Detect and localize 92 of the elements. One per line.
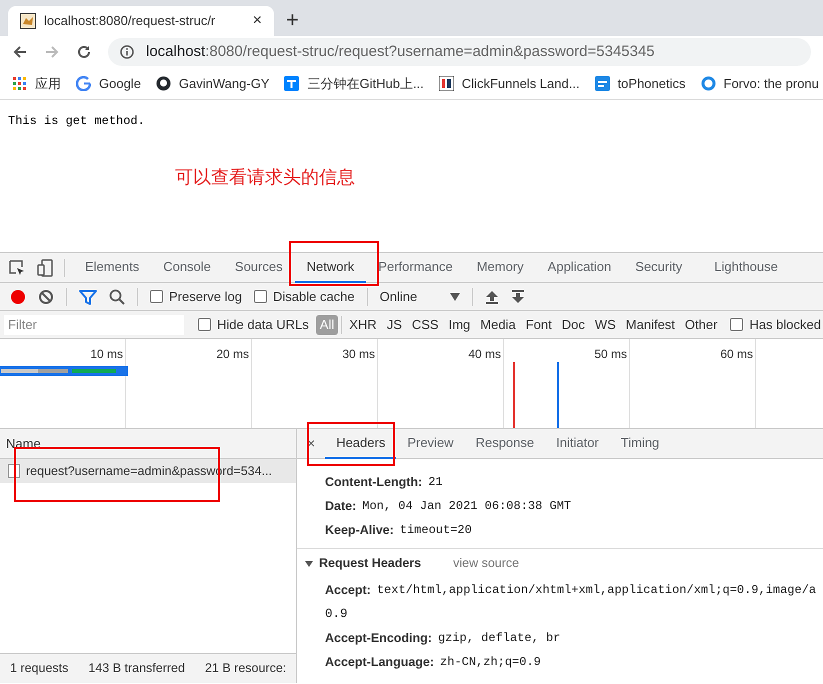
header-value: 0.9 (325, 606, 348, 623)
section-title: Request Headers (319, 555, 422, 572)
bookmark-favicon (438, 76, 454, 91)
type-filter[interactable]: Other (680, 314, 722, 334)
devtools-tab[interactable]: Memory (464, 252, 536, 282)
devtools-tab[interactable]: Performance (366, 252, 465, 282)
checkbox-label: Preserve log (169, 288, 242, 306)
info-icon (120, 45, 134, 59)
status-text: 143 B transferred (87, 660, 186, 678)
load-marker (513, 362, 515, 428)
time-tick: 10 ms (90, 346, 123, 361)
header-value: text/html,application/xhtml+xml,application/xml;q=0.9,image/a (376, 582, 816, 599)
checkbox-label: Disable cache (272, 288, 355, 306)
upload-icon (484, 290, 499, 304)
checkbox-label: Has blocked (749, 316, 821, 334)
bookmark-link[interactable]: Forvo: the pronu (724, 74, 819, 94)
bookmark-link[interactable]: 应用 (35, 74, 61, 94)
search-icon (109, 288, 125, 304)
type-filter[interactable]: Media (476, 314, 520, 334)
close-button[interactable]: × (252, 9, 262, 33)
header-value: timeout=20 (400, 522, 472, 539)
checkbox[interactable] (254, 290, 267, 303)
record-icon (10, 288, 26, 304)
header-name: Accept-Encoding: (325, 630, 432, 647)
devtools-tab[interactable]: Console (151, 252, 223, 282)
header-name: Date: (325, 498, 356, 515)
details-tab[interactable]: Timing (610, 428, 670, 458)
view-source-link[interactable]: view source (453, 554, 520, 573)
caret-icon (450, 292, 460, 300)
devtools-tab[interactable]: Application (536, 252, 624, 282)
header-name: Accept: (325, 582, 371, 599)
details-tab[interactable]: Headers (325, 428, 396, 458)
apps-grid-icon (12, 76, 27, 91)
header-value: gzip, deflate, br (438, 630, 560, 647)
inspect-icon (8, 258, 26, 276)
time-tick: 50 ms (594, 346, 627, 361)
type-filter[interactable]: Img (444, 314, 474, 334)
header-name: Keep-Alive: (325, 522, 394, 539)
type-filter[interactable]: Font (522, 314, 556, 334)
bookmark-favicon (594, 76, 610, 91)
filter-field[interactable]: Filter (4, 314, 184, 334)
address-bar[interactable]: localhost:8080/request-struc/request?username=admin&password=5345345 (108, 38, 811, 66)
time-tick: 40 ms (468, 346, 501, 361)
details-tab[interactable]: Initiator (545, 428, 610, 458)
devtools-tab[interactable]: Security (623, 252, 694, 282)
bookmark-link[interactable]: 三分钟在GitHub上... (307, 74, 424, 94)
details-tab[interactable]: Response (464, 428, 546, 458)
type-filter[interactable]: WS (590, 314, 620, 334)
reload-icon (76, 44, 92, 60)
url-text: localhost:8080/request-struc/request?username=admin&password=5345345 (146, 42, 655, 62)
header-value: 21 (428, 474, 443, 491)
device-icon (36, 258, 54, 276)
checkbox-label: Hide data URLs (217, 316, 309, 334)
header-value: Mon, 04 Jan 2021 06:08:38 GMT (362, 498, 572, 515)
type-filter[interactable]: XHR (345, 314, 381, 334)
dom-loaded-marker (557, 362, 559, 428)
time-tick: 30 ms (342, 346, 375, 361)
page-text: This is get method. (8, 113, 145, 130)
filter-icon (79, 288, 97, 304)
bookmark-link[interactable]: GavinWang-GY (178, 74, 270, 94)
new-tab-button[interactable]: + (286, 6, 299, 36)
devtools-tab[interactable]: Lighthouse (702, 252, 790, 282)
checkbox[interactable] (198, 318, 211, 331)
clear-icon (38, 288, 54, 304)
status-text: 1 requests (9, 660, 70, 678)
details-tab[interactable]: Preview (396, 428, 465, 458)
tab-title: localhost:8080/request-struc/r (44, 12, 216, 30)
devtools-tab[interactable]: Sources (222, 252, 295, 282)
devtools-tab[interactable]: Elements (73, 252, 152, 282)
header-value: zh-CN,zh;q=0.9 (440, 654, 541, 671)
google-icon (76, 76, 91, 91)
checkbox[interactable] (150, 290, 163, 303)
time-tick: 60 ms (720, 346, 753, 361)
download-icon (510, 290, 525, 304)
checkbox[interactable] (730, 318, 744, 331)
header-name: Content-Length: (325, 474, 422, 491)
annotation-note: 可以查看请求头的信息 (175, 166, 355, 190)
forward-icon (44, 44, 60, 60)
ring-icon (700, 76, 716, 91)
bookmark-link[interactable]: Google (99, 74, 141, 94)
type-filter[interactable]: Doc (558, 314, 589, 334)
back-icon (12, 44, 28, 60)
status-text: 21 B resource: (204, 660, 288, 678)
header-name: Accept-Language: (325, 654, 434, 671)
throttling-dropdown[interactable]: Online (380, 286, 460, 306)
type-filter[interactable]: Manifest (622, 314, 679, 334)
browser-tab[interactable]: localhost:8080/request-struc/r × (8, 6, 274, 36)
type-filter[interactable]: CSS (408, 314, 443, 334)
time-tick: 20 ms (216, 346, 249, 361)
bookmark-link[interactable]: ClickFunnels Land... (462, 74, 580, 94)
bookmark-link[interactable]: toPhonetics (618, 74, 686, 94)
type-filter[interactable]: JS (382, 314, 406, 334)
